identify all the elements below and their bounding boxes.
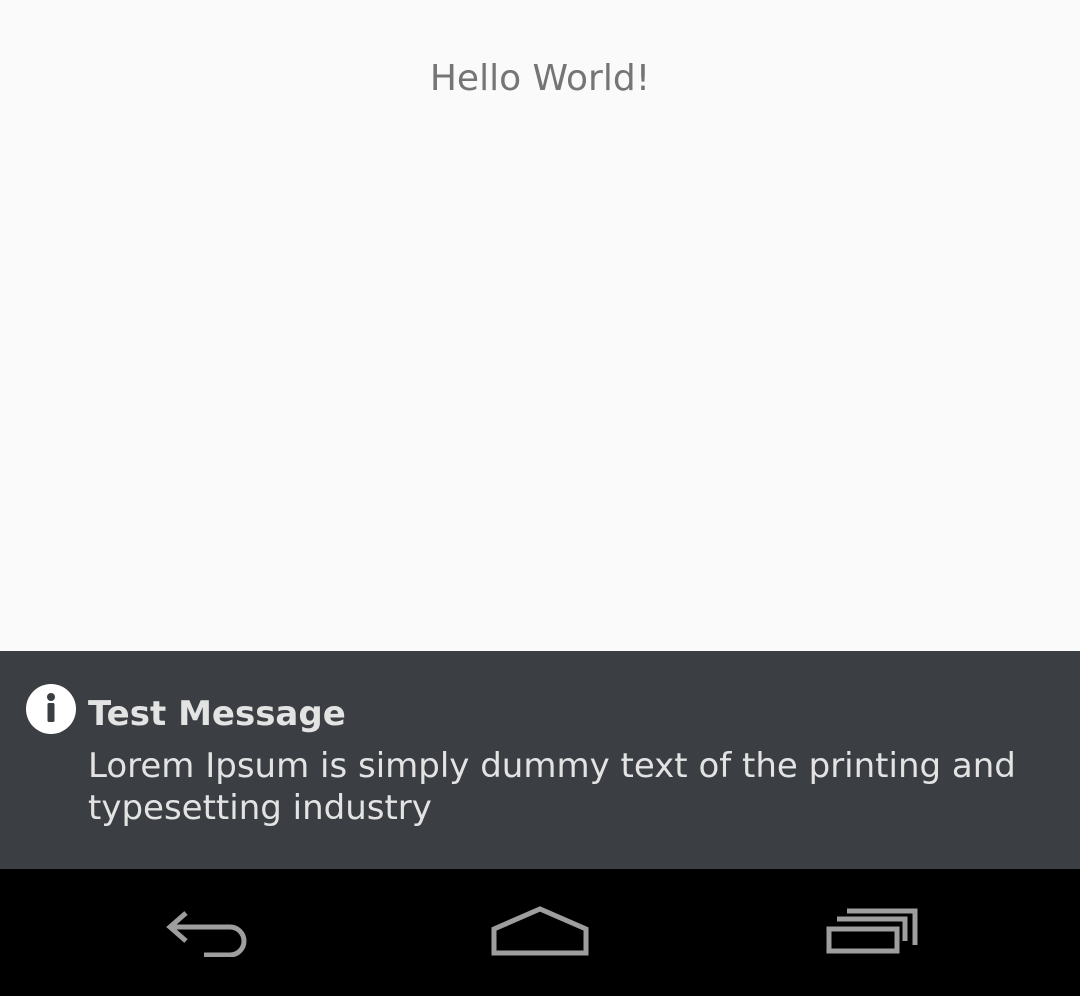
- recent-apps-button[interactable]: [772, 869, 972, 996]
- home-button[interactable]: [440, 869, 640, 996]
- notification-title: Test Message: [88, 694, 346, 734]
- notification-body: Lorem Ipsum is simply dummy text of the …: [88, 746, 1016, 828]
- recent-apps-icon: [825, 907, 919, 959]
- hello-text: Hello World!: [429, 58, 651, 99]
- back-icon: [164, 905, 256, 961]
- info-icon: [25, 683, 77, 735]
- home-icon: [490, 905, 590, 961]
- back-button[interactable]: [110, 869, 310, 996]
- app-content: Hello World!: [0, 0, 1080, 651]
